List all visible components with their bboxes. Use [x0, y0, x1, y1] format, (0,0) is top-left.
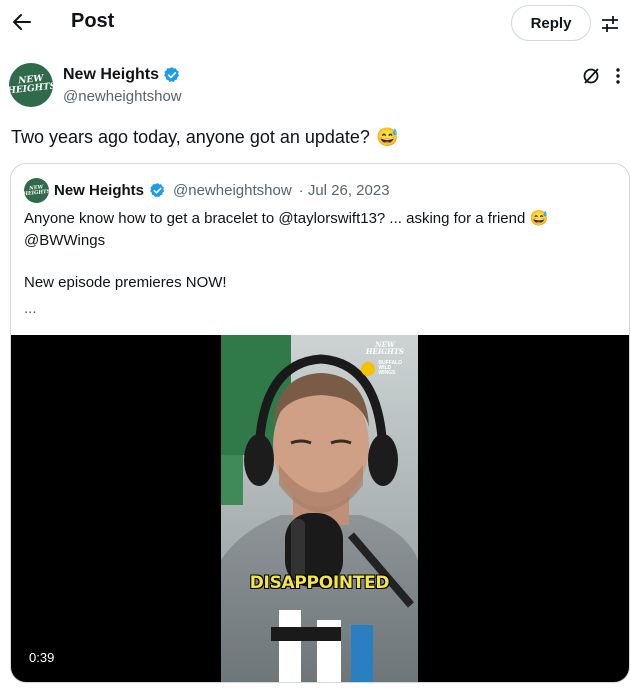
- author-handle[interactable]: @newheightshow: [63, 88, 182, 105]
- video-frame: NEW HEIGHTS BUFFALO WILD WINGS DISAPPOINTED: [221, 335, 418, 682]
- author-name[interactable]: New Heights: [63, 66, 181, 84]
- author-name-text: New Heights: [63, 66, 160, 83]
- video-caption: DISAPPOINTED: [249, 573, 390, 593]
- quoted-ellipsis: ...: [24, 300, 37, 317]
- quoted-line-1-text: Anyone know how to get a bracelet to @ta…: [24, 210, 526, 227]
- sweat-smile-emoji: 😅: [375, 127, 399, 147]
- back-button[interactable]: [6, 6, 38, 38]
- video-duration: 0:39: [29, 650, 55, 665]
- grok-icon: [583, 68, 599, 84]
- quoted-line-2: @BWWings: [24, 232, 106, 249]
- sweat-smile-emoji: 😅: [529, 210, 549, 227]
- post-header: Post Reply: [0, 0, 631, 46]
- reply-button[interactable]: Reply: [511, 5, 591, 41]
- verified-badge-icon: [150, 183, 165, 198]
- quoted-author-name: New Heights: [54, 182, 145, 199]
- verified-badge-icon: [164, 67, 180, 82]
- avatar[interactable]: NEW HEIGHTS: [9, 63, 53, 107]
- new-heights-watermark: NEW HEIGHTS: [365, 340, 404, 356]
- sponsor-watermark-text: BUFFALO WILD WINGS: [378, 360, 402, 376]
- arrow-left-icon: [13, 14, 31, 30]
- sponsor-watermark: BUFFALO WILD WINGS: [361, 361, 402, 376]
- quoted-post-body: Anyone know how to get a bracelet to @ta…: [24, 208, 624, 320]
- quoted-author-handle: @newheightshow: [173, 182, 292, 199]
- quoted-avatar: NEW HEIGHTS: [24, 178, 49, 203]
- quoted-post-header: NEW HEIGHTS New Heights @newheightshow · …: [24, 178, 390, 203]
- quoted-line-1: Anyone know how to get a bracelet to @ta…: [24, 208, 624, 230]
- more-vertical-icon: [616, 68, 620, 84]
- post-text: Two years ago today, anyone got an updat…: [11, 125, 398, 149]
- quoted-post-date: · Jul 26, 2023: [298, 182, 390, 199]
- post-text-body: Two years ago today, anyone got an updat…: [11, 127, 370, 147]
- settings-button[interactable]: [596, 10, 624, 38]
- avatar-logo-text: NEW HEIGHTS: [9, 73, 53, 97]
- quoted-post-card[interactable]: NEW HEIGHTS New Heights @newheightshow · …: [10, 163, 630, 683]
- more-button[interactable]: [608, 63, 628, 89]
- video-player[interactable]: NEW HEIGHTS BUFFALO WILD WINGS DISAPPOINTED…: [11, 335, 629, 682]
- quoted-avatar-logo-text: NEW HEIGHTS: [24, 183, 49, 197]
- sliders-icon: [602, 16, 618, 32]
- video-thumbnail-image: [221, 335, 418, 682]
- grok-button[interactable]: [578, 63, 604, 89]
- buffalo-wild-wings-icon: [361, 361, 376, 376]
- quoted-line-3: New episode premieres NOW!: [24, 274, 227, 291]
- page-title: Post: [71, 10, 115, 32]
